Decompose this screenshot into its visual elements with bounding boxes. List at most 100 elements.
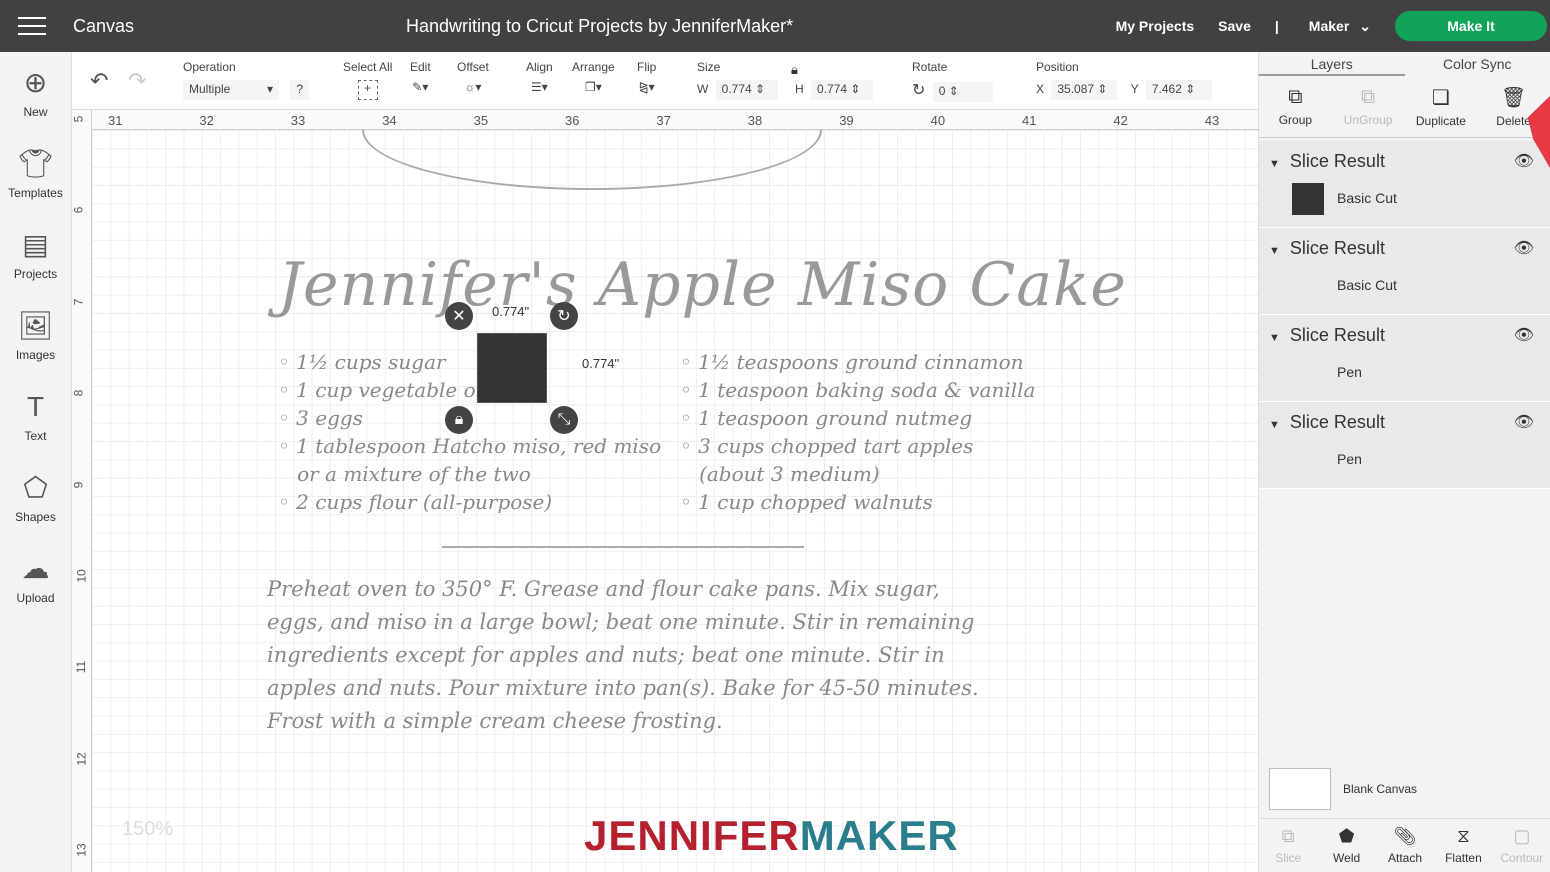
selected-object[interactable] (477, 333, 547, 403)
layer-name[interactable]: Basic Cut (1337, 190, 1397, 206)
edit-toolbar: Operation Multiple ▾ ? Select All + Edit ✎▾… (72, 52, 1258, 110)
operation-label: Operation (183, 60, 236, 74)
arrange-icon[interactable]: ❐▾ (585, 80, 602, 94)
blank-canvas-swatch (1269, 768, 1331, 810)
edit-label: Edit (410, 60, 431, 74)
height-input[interactable]: 0.774 ⇕ (811, 80, 874, 100)
layer-thumbnail (1292, 444, 1324, 476)
sidebar-item-label: New (23, 104, 48, 119)
layer-name[interactable]: Basic Cut (1337, 277, 1397, 293)
position-label: Position (1036, 60, 1079, 74)
contour-button[interactable]: ▢ Contour (1493, 819, 1550, 872)
select-all-label: Select All (343, 60, 393, 74)
undo-icon[interactable]: ↶ (90, 68, 108, 94)
collapse-icon[interactable]: ▼ (1269, 332, 1280, 344)
save-button[interactable]: Save (1218, 18, 1251, 34)
jennifermaker-logo: JENNIFERMAKER (584, 812, 959, 859)
edit-icon[interactable]: ✎▾ (412, 80, 428, 94)
ruler-tick: 31 (108, 113, 123, 128)
sidebar-item-label: Shapes (15, 509, 56, 524)
layer-thumbnail (1292, 270, 1324, 302)
help-button[interactable]: ? (290, 80, 310, 100)
design-canvas[interactable]: Jennifer's Apple Miso Cake ◦ 1½ cups sug… (92, 130, 1258, 872)
ingredients-right: ◦ 1½ teaspoons ground cinnamon ◦ 1 teaspo… (680, 348, 1035, 516)
collapse-icon[interactable]: ▼ (1269, 419, 1280, 431)
group-button[interactable]: ⧉ Group (1259, 76, 1332, 137)
ungroup-button[interactable]: ⧉ UnGroup (1332, 76, 1405, 137)
sidebar-item-text[interactable]: T Text (0, 376, 71, 457)
layer-group[interactable]: ▼ Slice Result 👁︎ Pen (1259, 315, 1550, 402)
layer-group[interactable]: ▼ Slice Result 👁︎ Pen (1259, 402, 1550, 489)
close-icon[interactable]: ✕ (445, 302, 473, 330)
machine-select[interactable]: Maker ⌄ (1309, 18, 1371, 35)
slice-button[interactable]: ⧉ Slice (1259, 819, 1317, 872)
ingredient-item: ◦ 1 teaspoon baking soda & vanilla (680, 378, 1036, 402)
ingredient-item: ◦ 3 cups chopped tart apples (680, 434, 974, 458)
eye-icon[interactable]: 👁︎ (1514, 325, 1534, 345)
zoom-level[interactable]: 150% (122, 818, 173, 841)
offset-icon[interactable]: ☼▾ (464, 80, 481, 94)
collapse-icon[interactable]: ▼ (1269, 245, 1280, 257)
ruler-tick: 10 (74, 569, 89, 583)
y-input[interactable]: 7.462 ⇕ (1145, 80, 1212, 100)
ruler-tick: 32 (199, 113, 214, 128)
sidebar-item-new[interactable]: ⊕ New (0, 52, 71, 133)
layer-thumbnail (1292, 183, 1324, 215)
select-all-icon[interactable]: + (357, 80, 378, 100)
plus-circle-icon: ⊕ (23, 66, 48, 98)
rotate-handle-icon[interactable]: ↻ (550, 302, 578, 330)
rotate-value: 0 (938, 84, 946, 98)
weld-button[interactable]: ⬟ Weld (1317, 819, 1375, 872)
layer-name[interactable]: Pen (1337, 364, 1362, 380)
align-icon[interactable]: ☰▾ (531, 80, 548, 94)
make-it-button[interactable]: Make It (1395, 11, 1547, 41)
projects-icon: ▤ (22, 228, 49, 260)
ingredient-item: ◦ 1½ teaspoons ground cinnamon (680, 350, 1024, 374)
x-label: X (1036, 82, 1045, 96)
resize-handle-icon[interactable]: ⤡ (550, 406, 578, 434)
lock-handle-icon[interactable]: 🔒︎ (445, 406, 473, 434)
sidebar-item-projects[interactable]: ▤ Projects (0, 214, 71, 295)
flatten-button[interactable]: ⧖ Flatten (1434, 819, 1492, 872)
sidebar-item-images[interactable]: 🖼︎ Images (0, 295, 71, 376)
redo-icon[interactable]: ↷ (128, 68, 146, 94)
x-input[interactable]: 35.087 ⇕ (1051, 80, 1118, 100)
sidebar-item-upload[interactable]: ☁ Upload (0, 538, 71, 619)
rotate-input[interactable]: 0 ⇕ (932, 82, 993, 102)
width-value: 0.774 (721, 82, 752, 96)
flip-icon[interactable]: ⧎▾ (639, 80, 655, 94)
ruler-tick: 13 (74, 843, 89, 857)
attach-button[interactable]: 📎︎ Attach (1376, 819, 1434, 872)
blank-canvas-toggle[interactable]: Blank Canvas (1269, 768, 1417, 810)
collapse-icon[interactable]: ▼ (1269, 158, 1280, 170)
operation-select[interactable]: Multiple ▾ (183, 80, 279, 100)
layer-group[interactable]: ▼ Slice Result 👁︎ Basic Cut (1259, 228, 1550, 315)
ruler-tick: 36 (565, 113, 580, 128)
tab-color-sync[interactable]: Color Sync (1405, 52, 1550, 76)
contour-icon: ▢ (1513, 826, 1531, 846)
layer-group[interactable]: ▼ Slice Result 👁︎ Basic Cut (1259, 141, 1550, 228)
eye-icon[interactable]: 👁︎ (1514, 238, 1534, 258)
ruler-tick: 42 (1113, 113, 1128, 128)
sidebar-item-templates[interactable]: 👕︎ Templates (0, 133, 71, 214)
layer-name[interactable]: Pen (1337, 451, 1362, 467)
ruler-tick: 33 (290, 113, 306, 128)
duplicate-button[interactable]: ❏ Duplicate (1405, 76, 1478, 137)
width-input[interactable]: 0.774 ⇕ (715, 80, 778, 100)
ruler-tick: 43 (1204, 113, 1220, 128)
operation-value: Multiple (189, 82, 231, 96)
eye-icon[interactable]: 👁︎ (1514, 151, 1534, 171)
shapes-icon: ⬠ (23, 471, 48, 503)
tab-layers[interactable]: Layers (1259, 52, 1405, 76)
lock-icon[interactable]: 🔒︎ (791, 62, 798, 78)
image-icon: 🖼︎ (17, 309, 54, 341)
ingredient-item: ◦ 2 cups flour (all-purpose) (278, 490, 553, 514)
eye-icon[interactable]: 👁︎ (1514, 412, 1534, 432)
my-projects-link[interactable]: My Projects (1116, 18, 1195, 34)
instructions: Preheat oven to 350° F. Grease and flour… (267, 577, 979, 733)
ruler-tick: 9 (71, 481, 86, 488)
menu-icon[interactable] (18, 17, 46, 35)
sidebar-item-shapes[interactable]: ⬠ Shapes (0, 457, 71, 538)
align-label: Align (526, 60, 553, 74)
app-title: Canvas (73, 15, 135, 36)
